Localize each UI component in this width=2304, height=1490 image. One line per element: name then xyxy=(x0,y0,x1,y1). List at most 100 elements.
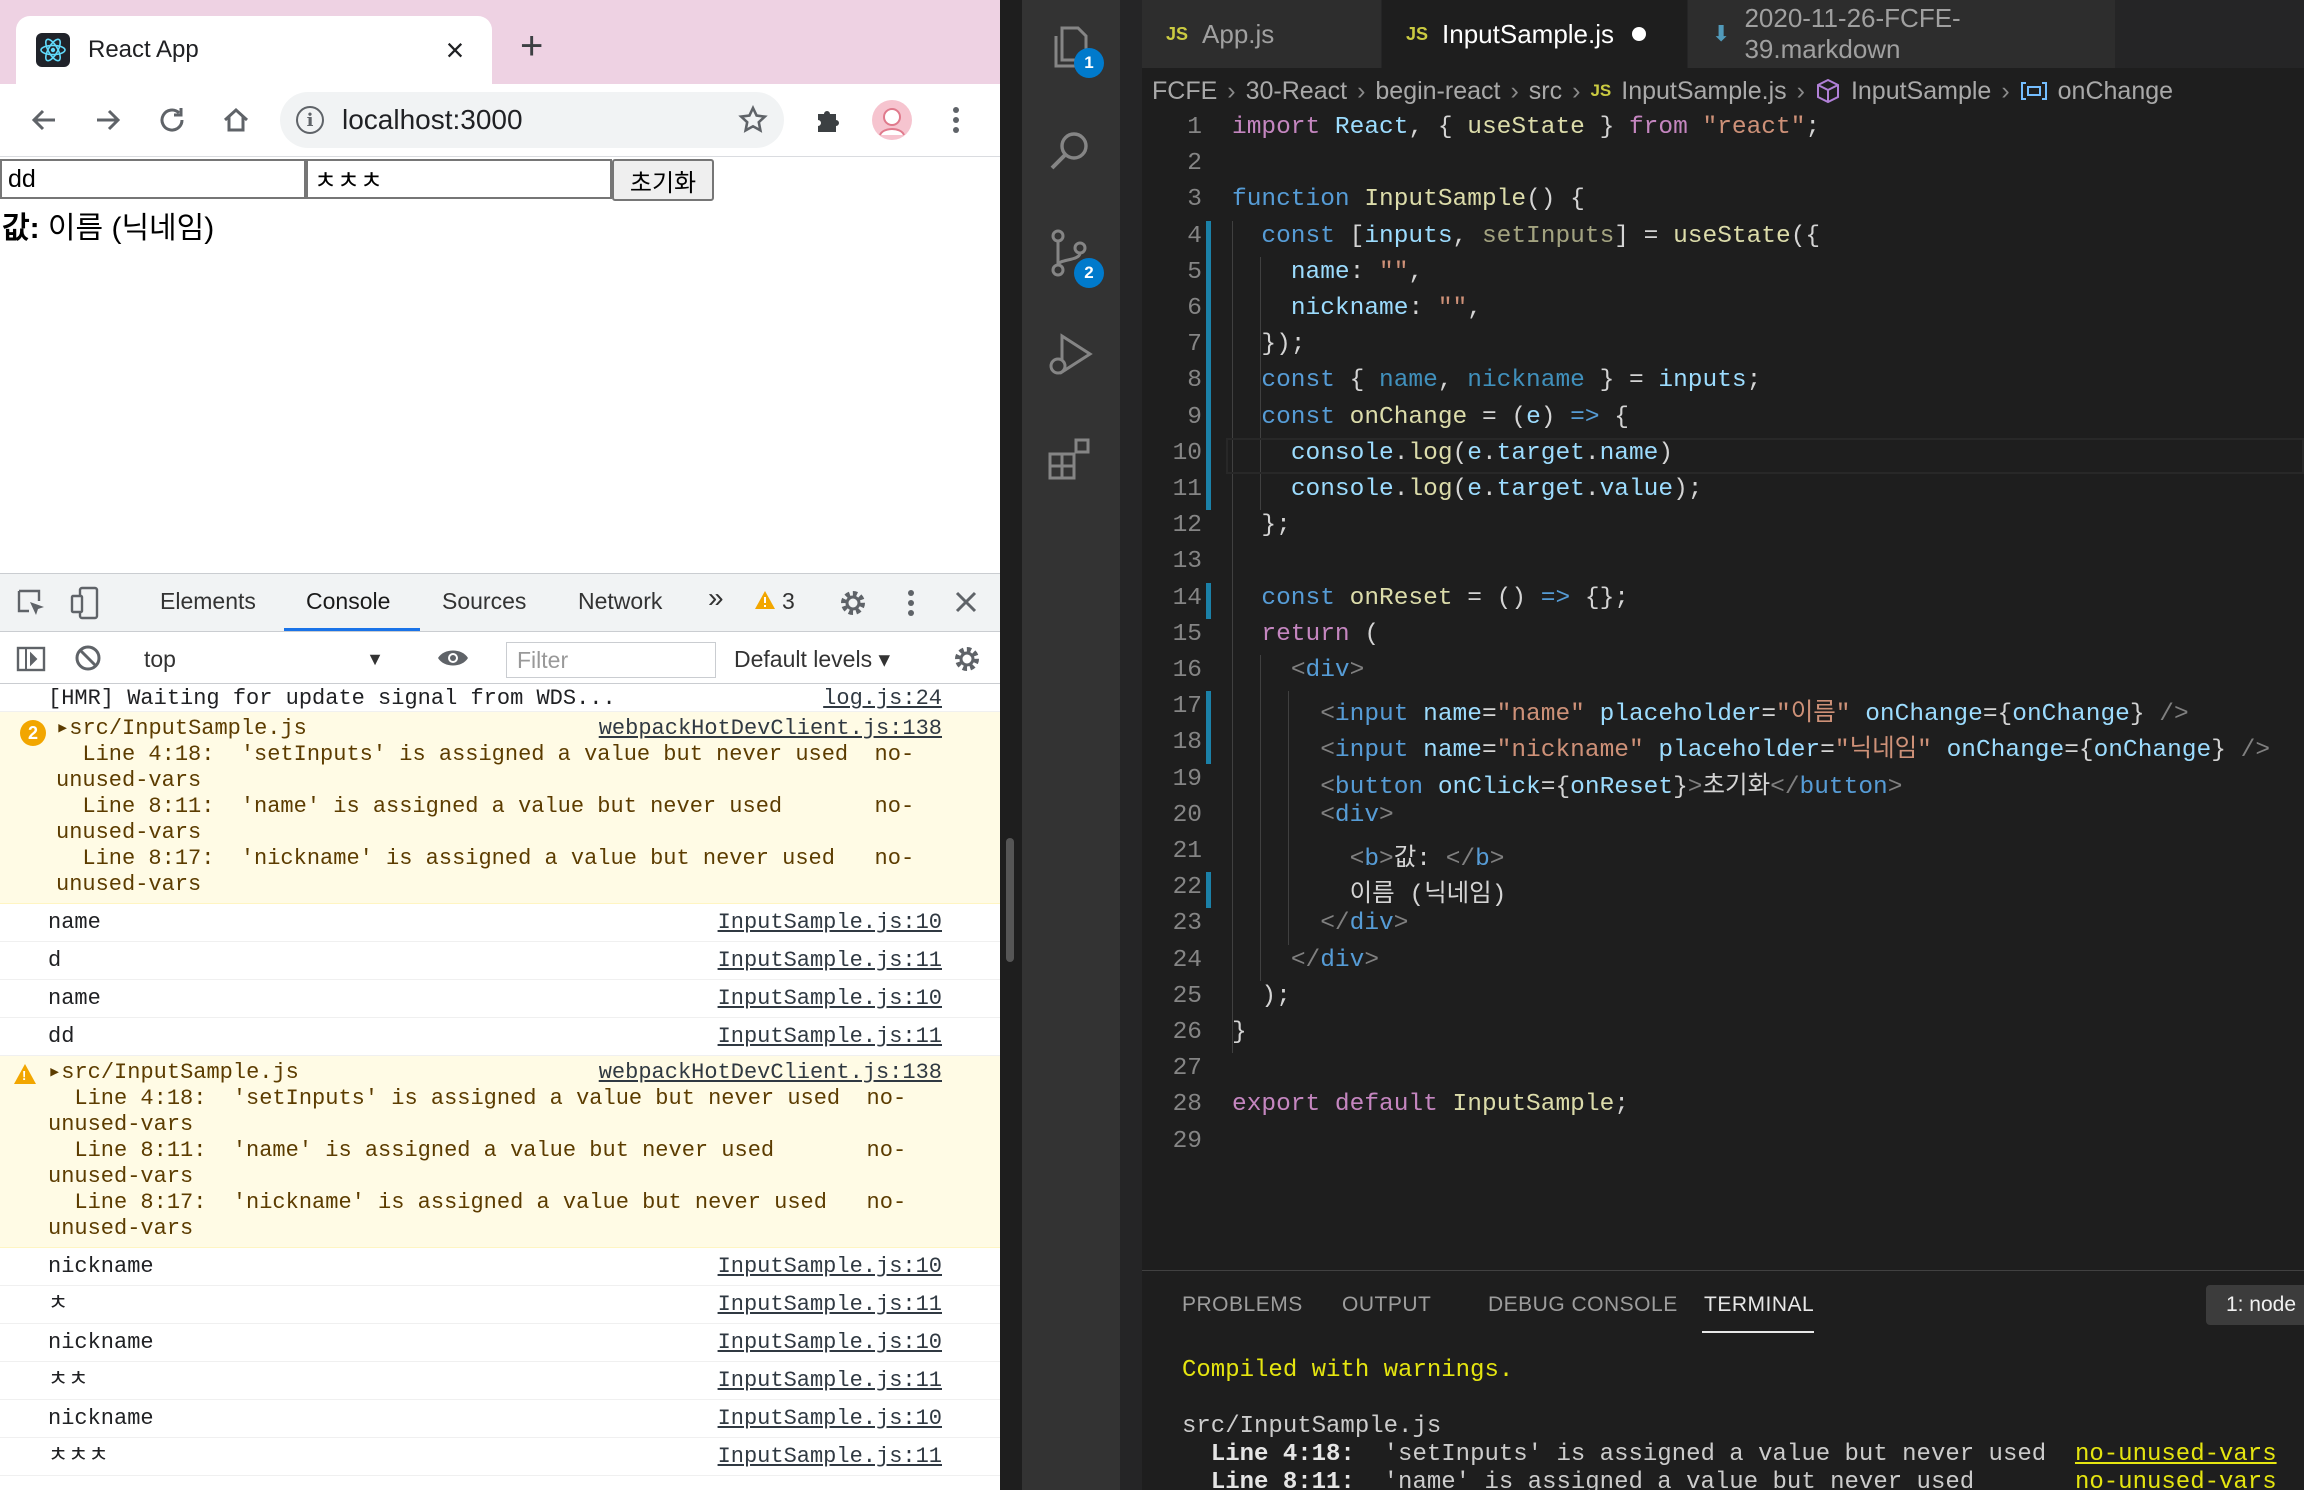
code-line[interactable]: console.log(e.target.value); xyxy=(1232,476,1703,503)
back-button[interactable] xyxy=(22,98,66,142)
forward-button[interactable] xyxy=(86,98,130,142)
run-debug-button[interactable] xyxy=(1046,330,1096,380)
git-change-marker[interactable] xyxy=(1206,220,1211,511)
terminal-output[interactable]: Compiled with warnings. src/InputSample.… xyxy=(1182,1357,2277,1490)
site-info-icon[interactable]: i xyxy=(296,106,324,134)
warning-count[interactable]: 3 xyxy=(782,588,795,615)
breadcrumb-item[interactable]: 30-React xyxy=(1246,77,1347,106)
tab-app-js[interactable]: JS App.js xyxy=(1142,0,1382,68)
reset-button[interactable]: 초기화 xyxy=(612,159,714,201)
context-selector[interactable]: top ▼ xyxy=(130,642,400,676)
breadcrumb-item[interactable]: FCFE xyxy=(1152,77,1217,106)
code-line[interactable]: ); xyxy=(1232,983,1290,1010)
extensions-button[interactable] xyxy=(806,98,850,142)
breadcrumb-item[interactable]: InputSample.js xyxy=(1621,77,1786,106)
devtools-menu-icon[interactable] xyxy=(906,588,916,618)
source-link[interactable]: InputSample.js:10 xyxy=(718,1330,942,1355)
code-line[interactable]: <div> xyxy=(1232,802,1394,829)
git-change-marker[interactable] xyxy=(1206,872,1211,909)
git-change-marker[interactable] xyxy=(1206,582,1211,619)
code-line[interactable]: const { name, nickname } = inputs; xyxy=(1232,367,1761,394)
browser-tab[interactable]: React App × xyxy=(16,16,492,84)
console-filter-input[interactable]: Filter xyxy=(506,642,716,678)
console-settings-gear-icon[interactable] xyxy=(952,644,982,674)
code-line[interactable]: } xyxy=(1232,1019,1247,1046)
tab-sources[interactable]: Sources xyxy=(442,588,526,615)
source-link[interactable]: InputSample.js:11 xyxy=(718,1292,942,1317)
source-link[interactable]: InputSample.js:11 xyxy=(718,1444,942,1469)
window-splitter[interactable] xyxy=(1000,0,1022,1490)
source-control-button[interactable]: 2 xyxy=(1046,228,1104,288)
code-line[interactable]: <input name="name" placeholder="이름" onCh… xyxy=(1232,693,2188,728)
source-link[interactable]: InputSample.js:10 xyxy=(718,910,942,935)
settings-gear-icon[interactable] xyxy=(838,588,868,618)
explorer-button[interactable]: 1 xyxy=(1046,22,1104,78)
code-line[interactable]: nickname: "", xyxy=(1232,295,1482,322)
nickname-input[interactable] xyxy=(306,159,612,199)
tab-network[interactable]: Network xyxy=(578,588,662,615)
code-line[interactable]: 이름 (닉네임) xyxy=(1232,874,1507,909)
tab-markdown[interactable]: ⬇ 2020-11-26-FCFE-39.markdown xyxy=(1688,0,2116,68)
source-link[interactable]: InputSample.js:10 xyxy=(718,1254,942,1279)
profile-avatar[interactable] xyxy=(870,98,914,142)
tab-problems[interactable]: PROBLEMS xyxy=(1182,1293,1303,1317)
git-change-marker[interactable] xyxy=(1206,691,1211,764)
bookmark-star-icon[interactable] xyxy=(738,105,768,135)
code-line[interactable]: <input name="nickname" placeholder="닉네임"… xyxy=(1232,729,2270,764)
browser-menu-button[interactable] xyxy=(934,98,978,142)
code-line[interactable]: <div> xyxy=(1232,657,1365,684)
code-line[interactable]: </div> xyxy=(1232,910,1408,937)
log-levels-dropdown[interactable]: Default levels ▾ xyxy=(734,642,890,676)
tab-debug-console[interactable]: DEBUG CONSOLE xyxy=(1488,1293,1678,1317)
source-link[interactable]: InputSample.js:10 xyxy=(718,986,942,1011)
code-line[interactable]: import React, { useState } from "react"; xyxy=(1232,114,1820,141)
new-tab-button[interactable]: + xyxy=(520,26,543,66)
tab-inputsample-js[interactable]: JS InputSample.js xyxy=(1382,0,1688,68)
source-link[interactable]: InputSample.js:11 xyxy=(718,1024,942,1049)
search-button[interactable] xyxy=(1046,126,1096,176)
name-input[interactable] xyxy=(0,159,306,199)
code-line[interactable]: const [inputs, setInputs] = useState({ xyxy=(1232,223,1820,250)
clear-console-icon[interactable] xyxy=(74,644,102,672)
code-line[interactable]: <b>값: </b> xyxy=(1232,838,1505,873)
breadcrumb-item[interactable]: InputSample xyxy=(1851,77,1991,106)
breadcrumb-item[interactable]: onChange xyxy=(2058,77,2173,106)
code-line[interactable]: }; xyxy=(1232,512,1290,539)
terminal-rule-link[interactable]: no-unused-vars xyxy=(2075,1441,2277,1468)
live-expression-eye-icon[interactable] xyxy=(436,646,470,670)
scrollbar-thumb[interactable] xyxy=(1006,838,1014,962)
reload-button[interactable] xyxy=(150,98,194,142)
close-devtools-icon[interactable] xyxy=(954,590,978,614)
source-link[interactable]: InputSample.js:11 xyxy=(718,1368,942,1393)
address-bar[interactable]: i localhost:3000 xyxy=(280,92,784,148)
inspect-element-icon[interactable] xyxy=(16,588,48,618)
tab-output[interactable]: OUTPUT xyxy=(1342,1293,1431,1317)
breadcrumb-item[interactable]: begin-react xyxy=(1375,77,1500,106)
source-link[interactable]: webpackHotDevClient.js:138 xyxy=(599,1060,942,1085)
code-line[interactable]: }); xyxy=(1232,331,1305,358)
code-editor[interactable]: 1 import React, { useState } from "react"… xyxy=(1142,112,2304,1262)
tab-console[interactable]: Console xyxy=(306,588,390,615)
unsaved-dot-icon[interactable] xyxy=(1632,27,1647,41)
device-toolbar-icon[interactable] xyxy=(70,586,100,620)
source-link[interactable]: log.js:24 xyxy=(823,686,942,711)
code-line[interactable]: <button onClick={onReset}>초기화</button> xyxy=(1232,766,1902,801)
home-button[interactable] xyxy=(214,98,258,142)
terminal-selector[interactable]: 1: node xyxy=(2206,1285,2304,1325)
code-line[interactable]: function InputSample() { xyxy=(1232,186,1585,213)
code-line[interactable]: const onReset = () => {}; xyxy=(1232,585,1629,612)
sidebar-toggle-icon[interactable] xyxy=(16,646,46,672)
more-tabs-button[interactable]: » xyxy=(708,582,724,614)
tab-elements[interactable]: Elements xyxy=(160,588,256,615)
code-line[interactable]: </div> xyxy=(1232,947,1379,974)
code-line[interactable]: export default InputSample; xyxy=(1232,1091,1629,1118)
breadcrumb-item[interactable]: src xyxy=(1529,77,1562,106)
extensions-view-button[interactable] xyxy=(1046,434,1096,484)
source-link[interactable]: InputSample.js:10 xyxy=(718,1406,942,1431)
code-line[interactable]: return ( xyxy=(1232,621,1379,648)
tab-terminal[interactable]: TERMINAL xyxy=(1704,1293,1814,1317)
tab-close-icon[interactable]: × xyxy=(438,34,472,66)
source-link[interactable]: webpackHotDevClient.js:138 xyxy=(599,716,942,741)
code-line[interactable]: const onChange = (e) => { xyxy=(1232,404,1629,431)
terminal-rule-link[interactable]: no-unused-vars xyxy=(2075,1469,2277,1490)
